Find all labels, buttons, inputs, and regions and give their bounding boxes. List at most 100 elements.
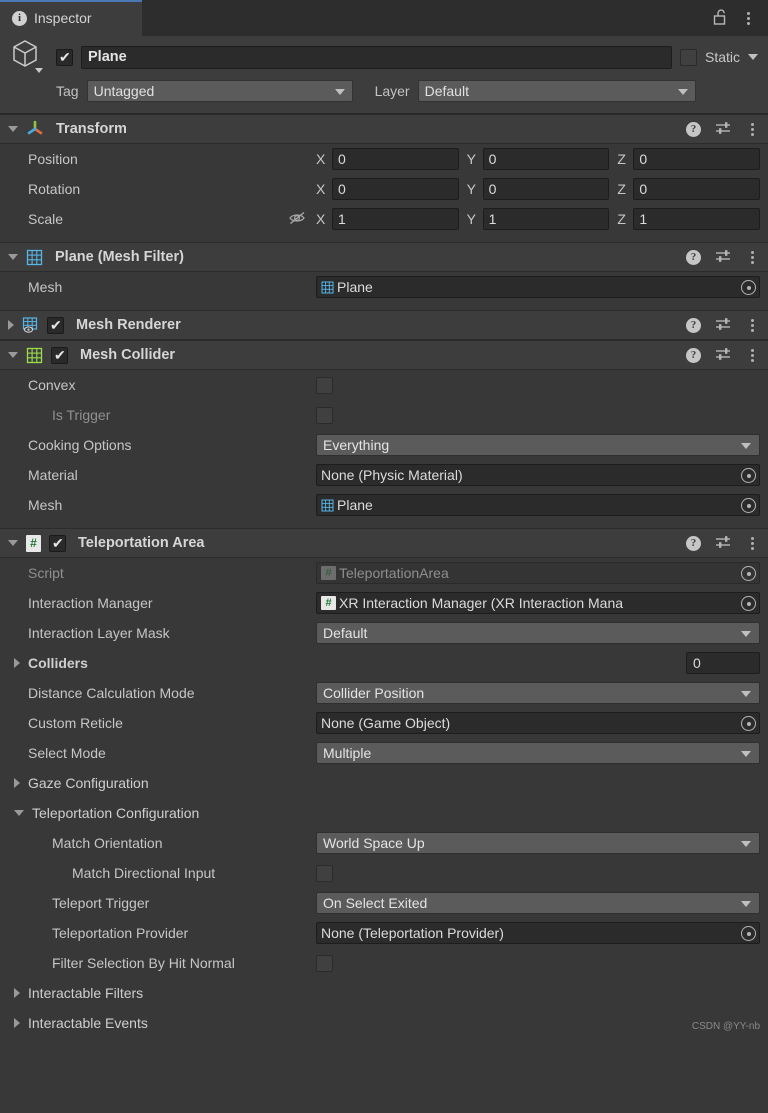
- object-picker-icon[interactable]: [741, 716, 756, 731]
- foldout-caret-icon[interactable]: [8, 540, 18, 546]
- row-label: Position: [28, 151, 78, 167]
- preset-icon[interactable]: [715, 120, 732, 139]
- component-header-teleportation-area[interactable]: # Teleportation Area ?: [0, 528, 768, 558]
- match-directional-input-checkbox[interactable]: [316, 864, 333, 882]
- preset-icon[interactable]: [715, 346, 732, 365]
- position-y-input[interactable]: 0: [482, 148, 610, 170]
- distance-calculation-mode-dropdown[interactable]: Collider Position: [316, 682, 760, 704]
- position-x-input[interactable]: 0: [332, 148, 459, 170]
- kebab-menu-icon[interactable]: [746, 250, 758, 264]
- scale-z-input[interactable]: 1: [633, 208, 761, 230]
- material-object-field[interactable]: None (Physic Material): [316, 464, 760, 486]
- transform-body: Position X 0 Y 0 Z 0 Rotation X 0 Y 0 Z …: [0, 144, 768, 242]
- rotation-x-input[interactable]: 0: [332, 178, 459, 200]
- help-icon[interactable]: ?: [686, 249, 701, 265]
- interaction-layer-mask-dropdown[interactable]: Default: [316, 622, 760, 644]
- position-z-input[interactable]: 0: [633, 148, 761, 170]
- colliders-foldout[interactable]: Colliders: [0, 655, 316, 671]
- static-checkbox[interactable]: [679, 48, 697, 66]
- filter-selection-by-hit-normal-checkbox[interactable]: [316, 954, 333, 972]
- foldout-caret-icon[interactable]: [14, 658, 20, 668]
- interaction-manager-object-field[interactable]: # XR Interaction Manager (XR Interaction…: [316, 592, 760, 614]
- mesh-icon: [321, 281, 334, 294]
- object-picker-icon[interactable]: [741, 498, 756, 513]
- row-label: Teleportation Provider: [52, 925, 189, 941]
- gameobject-enabled-checkbox[interactable]: [56, 48, 73, 66]
- custom-reticle-value: None (Game Object): [321, 715, 451, 731]
- collider-mesh-object-field[interactable]: Plane: [316, 494, 760, 516]
- interactable-events-foldout[interactable]: Interactable Events: [0, 1015, 316, 1031]
- constrain-proportions-off-icon[interactable]: [288, 210, 316, 229]
- help-icon[interactable]: ?: [686, 317, 701, 333]
- cooking-options-value: Everything: [323, 437, 390, 453]
- help-icon[interactable]: ?: [686, 121, 701, 137]
- select-mode-dropdown[interactable]: Multiple: [316, 742, 760, 764]
- foldout-caret-icon[interactable]: [8, 352, 18, 358]
- colliders-count-input[interactable]: 0: [686, 652, 760, 674]
- preset-icon[interactable]: [715, 316, 732, 335]
- component-header-mesh-collider[interactable]: Mesh Collider ?: [0, 340, 768, 370]
- gaze-configuration-foldout[interactable]: Gaze Configuration: [0, 775, 316, 791]
- static-dropdown-caret-icon[interactable]: [748, 54, 758, 60]
- foldout-caret-icon[interactable]: [8, 320, 14, 330]
- mesh-renderer-enabled-checkbox[interactable]: [47, 316, 64, 334]
- match-orientation-dropdown[interactable]: World Space Up: [316, 832, 760, 854]
- rotation-y-input[interactable]: 0: [482, 178, 610, 200]
- kebab-menu-icon[interactable]: [746, 348, 758, 362]
- help-icon[interactable]: ?: [686, 347, 701, 363]
- row-material: Material None (Physic Material): [0, 460, 768, 490]
- row-match-directional-input: Match Directional Input: [0, 858, 768, 888]
- teleportation-provider-object-field[interactable]: None (Teleportation Provider): [316, 922, 760, 944]
- lock-open-icon[interactable]: [712, 8, 728, 29]
- spacer: [0, 234, 768, 242]
- teleportation-area-enabled-checkbox[interactable]: [49, 534, 66, 552]
- kebab-menu-icon[interactable]: [746, 122, 758, 136]
- row-filter-selection-by-hit-normal: Filter Selection By Hit Normal: [0, 948, 768, 978]
- row-mesh: Mesh Plane: [0, 272, 768, 302]
- teleport-trigger-dropdown[interactable]: On Select Exited: [316, 892, 760, 914]
- foldout-caret-icon[interactable]: [14, 988, 20, 998]
- gameobject-name-input[interactable]: Plane: [81, 45, 672, 69]
- foldout-caret-icon[interactable]: [8, 126, 18, 132]
- teleportation-configuration-foldout[interactable]: Teleportation Configuration: [0, 805, 316, 821]
- inspector-tabbar: i Inspector: [0, 0, 768, 36]
- mesh-collider-enabled-checkbox[interactable]: [51, 346, 68, 364]
- kebab-menu-icon[interactable]: [746, 318, 758, 332]
- interactable-filters-foldout[interactable]: Interactable Filters: [0, 985, 316, 1001]
- component-title: Mesh Collider: [80, 347, 176, 363]
- foldout-caret-icon[interactable]: [8, 254, 18, 260]
- row-interaction-manager: Interaction Manager # XR Interaction Man…: [0, 588, 768, 618]
- object-picker-icon[interactable]: [741, 468, 756, 483]
- distance-calculation-mode-value: Collider Position: [323, 685, 425, 701]
- foldout-caret-icon[interactable]: [14, 810, 24, 816]
- help-icon[interactable]: ?: [686, 535, 701, 551]
- layer-dropdown[interactable]: Default: [417, 80, 696, 102]
- object-picker-icon[interactable]: [741, 596, 756, 611]
- preset-icon[interactable]: [715, 248, 732, 267]
- row-collider-mesh: Mesh Plane: [0, 490, 768, 520]
- cooking-options-dropdown[interactable]: Everything: [316, 434, 760, 456]
- foldout-caret-icon[interactable]: [14, 1018, 20, 1028]
- kebab-menu-icon[interactable]: [742, 11, 754, 25]
- tabbar-actions: [712, 0, 768, 36]
- scale-x-input[interactable]: 1: [332, 208, 459, 230]
- row-label: Mesh: [28, 279, 63, 295]
- tag-dropdown[interactable]: Untagged: [86, 80, 353, 102]
- convex-checkbox[interactable]: [316, 376, 333, 394]
- row-label: Teleport Trigger: [52, 895, 150, 911]
- mesh-icon: [321, 499, 334, 512]
- custom-reticle-object-field[interactable]: None (Game Object): [316, 712, 760, 734]
- mesh-object-field[interactable]: Plane: [316, 276, 760, 298]
- rotation-z-input[interactable]: 0: [633, 178, 761, 200]
- scale-y-input[interactable]: 1: [482, 208, 610, 230]
- kebab-menu-icon[interactable]: [746, 536, 758, 550]
- component-header-transform[interactable]: Transform ?: [0, 114, 768, 144]
- preset-icon[interactable]: [715, 534, 732, 553]
- object-picker-icon[interactable]: [741, 280, 756, 295]
- foldout-caret-icon[interactable]: [14, 778, 20, 788]
- tab-inspector[interactable]: i Inspector: [0, 0, 142, 36]
- row-interactable-events: Interactable Events: [0, 1008, 768, 1038]
- object-picker-icon[interactable]: [741, 926, 756, 941]
- component-header-mesh-renderer[interactable]: Mesh Renderer ?: [0, 310, 768, 340]
- component-header-mesh-filter[interactable]: Plane (Mesh Filter) ?: [0, 242, 768, 272]
